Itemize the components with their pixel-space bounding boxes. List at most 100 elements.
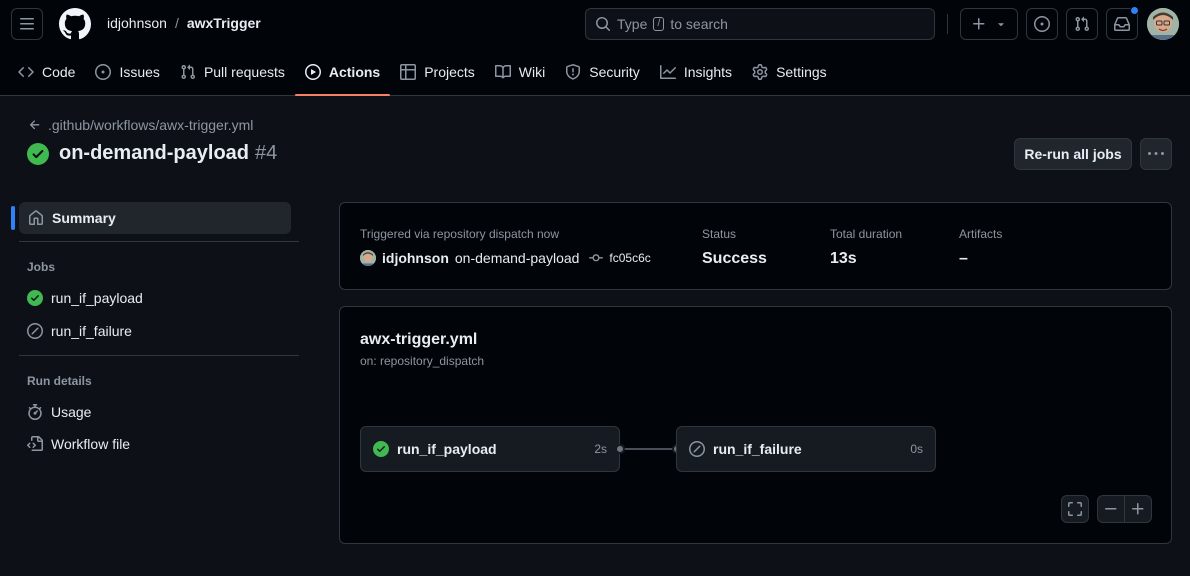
- duration-label: Total duration: [830, 227, 903, 241]
- workflow-graph-panel: awx-trigger.yml on: repository_dispatch …: [339, 306, 1172, 544]
- issues-header-button[interactable]: [1026, 8, 1058, 40]
- dash-icon: [1103, 501, 1119, 517]
- run-summary-panel: Triggered via repository dispatch now id…: [339, 202, 1172, 290]
- sidebar-item-summary-label: Summary: [52, 210, 116, 226]
- inbox-icon: [1114, 16, 1130, 32]
- tab-insights[interactable]: Insights: [650, 56, 742, 88]
- tab-issues[interactable]: Issues: [85, 56, 169, 88]
- skip-icon: [27, 323, 43, 339]
- tab-projects[interactable]: Projects: [390, 56, 485, 88]
- plus-icon: [1130, 501, 1146, 517]
- tab-code[interactable]: Code: [8, 56, 85, 88]
- commit-sha-link[interactable]: fc05c6c: [609, 251, 650, 265]
- sidebar-job-run-if-failure[interactable]: run_if_failure: [27, 323, 132, 339]
- menu-button[interactable]: [11, 8, 43, 40]
- issue-opened-icon: [1034, 16, 1050, 32]
- summary-active-indicator: [11, 206, 15, 230]
- arrow-left-icon: [28, 118, 42, 132]
- pull-requests-header-button[interactable]: [1066, 8, 1098, 40]
- artifacts-value: –: [959, 250, 968, 267]
- run-title: on-demand-payload #4: [27, 142, 277, 165]
- hamburger-icon: [19, 16, 35, 32]
- actor-avatar[interactable]: [360, 250, 376, 266]
- git-pull-request-icon: [180, 64, 196, 80]
- duration-value: 13s: [830, 250, 857, 267]
- tab-settings-label: Settings: [776, 64, 827, 80]
- skip-icon: [689, 441, 705, 457]
- repo-nav: Code Issues Pull requests Actions Projec…: [0, 56, 837, 96]
- tab-issues-label: Issues: [119, 64, 160, 80]
- github-logo-icon[interactable]: [59, 8, 91, 40]
- sidebar-item-workflow-file-label: Workflow file: [51, 436, 131, 452]
- workflow-back-link[interactable]: .github/workflows/awx-trigger.yml: [28, 117, 253, 133]
- gear-icon: [752, 64, 768, 80]
- sidebar-job-label: run_if_payload: [51, 290, 143, 306]
- artifacts-label: Artifacts: [959, 227, 1003, 241]
- tab-wiki[interactable]: Wiki: [485, 56, 555, 88]
- job-node-duration: 0s: [910, 442, 923, 456]
- search-icon: [595, 16, 611, 32]
- tab-settings[interactable]: Settings: [742, 56, 837, 88]
- job-connector: [620, 448, 677, 450]
- search-placeholder-prefix: Type: [617, 16, 648, 32]
- breadcrumb-separator: /: [174, 15, 179, 31]
- status-label: Status: [702, 227, 737, 241]
- trigger-description: Triggered via repository dispatch now: [360, 227, 559, 241]
- tab-projects-label: Projects: [424, 64, 475, 80]
- job-node-run-if-failure[interactable]: run_if_failure 0s: [676, 426, 936, 472]
- job-output-port: [615, 444, 625, 454]
- tab-security-label: Security: [589, 64, 640, 80]
- kebab-horizontal-icon: [1148, 146, 1164, 162]
- sidebar-item-summary[interactable]: Summary: [19, 202, 291, 234]
- repo-owner-link[interactable]: idjohnson: [107, 15, 167, 31]
- tab-pull-requests-label: Pull requests: [203, 64, 285, 80]
- search-placeholder-suffix: to search: [670, 16, 728, 32]
- table-icon: [400, 64, 417, 80]
- actor-link[interactable]: idjohnson: [382, 250, 449, 266]
- more-options-button[interactable]: [1140, 138, 1172, 170]
- notification-indicator: [1130, 6, 1139, 15]
- git-pull-request-icon: [1074, 16, 1090, 32]
- sidebar-item-workflow-file[interactable]: Workflow file: [27, 436, 130, 452]
- run-name: on-demand-payload: [59, 142, 250, 164]
- fullscreen-button[interactable]: [1061, 495, 1089, 523]
- status-value: Success: [702, 250, 767, 267]
- search-input[interactable]: Type / to search: [585, 8, 935, 40]
- tab-code-label: Code: [42, 64, 76, 80]
- tab-actions[interactable]: Actions: [294, 56, 391, 96]
- book-icon: [494, 64, 511, 80]
- app-header: idjohnson / awxTrigger Type / to search: [0, 0, 1190, 96]
- search-shortcut-key: /: [653, 17, 665, 31]
- tab-security[interactable]: Security: [555, 56, 650, 88]
- sidebar-divider: [19, 241, 299, 242]
- create-new-button[interactable]: [960, 8, 1018, 40]
- screen-full-icon: [1067, 501, 1083, 517]
- sidebar-job-run-if-payload[interactable]: run_if_payload: [27, 290, 143, 306]
- zoom-in-button[interactable]: [1125, 496, 1151, 522]
- plus-icon: [971, 16, 987, 32]
- repo-name-link[interactable]: awxTrigger: [187, 15, 261, 31]
- zoom-out-button[interactable]: [1098, 496, 1125, 522]
- repo-breadcrumb: idjohnson / awxTrigger: [107, 15, 261, 31]
- code-icon: [18, 64, 34, 80]
- tab-actions-label: Actions: [328, 64, 381, 80]
- issue-opened-icon: [95, 64, 112, 80]
- job-node-run-if-payload[interactable]: run_if_payload 2s: [360, 426, 620, 472]
- play-icon: [304, 64, 321, 80]
- job-node-duration: 2s: [594, 442, 607, 456]
- workflow-path: .github/workflows/awx-trigger.yml: [48, 117, 254, 133]
- check-circle-fill-icon: [27, 290, 43, 306]
- workflow-trigger: on: repository_dispatch: [360, 354, 485, 368]
- git-commit-icon: [589, 251, 604, 265]
- tab-pull-requests[interactable]: Pull requests: [170, 56, 295, 88]
- graph-icon: [659, 64, 676, 80]
- sidebar-job-label: run_if_failure: [51, 323, 132, 339]
- shield-icon: [565, 64, 581, 80]
- sidebar-item-usage-label: Usage: [51, 404, 92, 420]
- rerun-all-jobs-button[interactable]: Re-run all jobs: [1014, 138, 1132, 170]
- user-avatar[interactable]: [1147, 8, 1179, 40]
- sidebar-item-usage[interactable]: Usage: [27, 404, 91, 420]
- trigger-details: idjohnson on-demand-payload fc05c6c: [360, 250, 651, 266]
- check-circle-fill-icon: [373, 441, 389, 457]
- job-node-name: run_if_failure: [713, 441, 802, 457]
